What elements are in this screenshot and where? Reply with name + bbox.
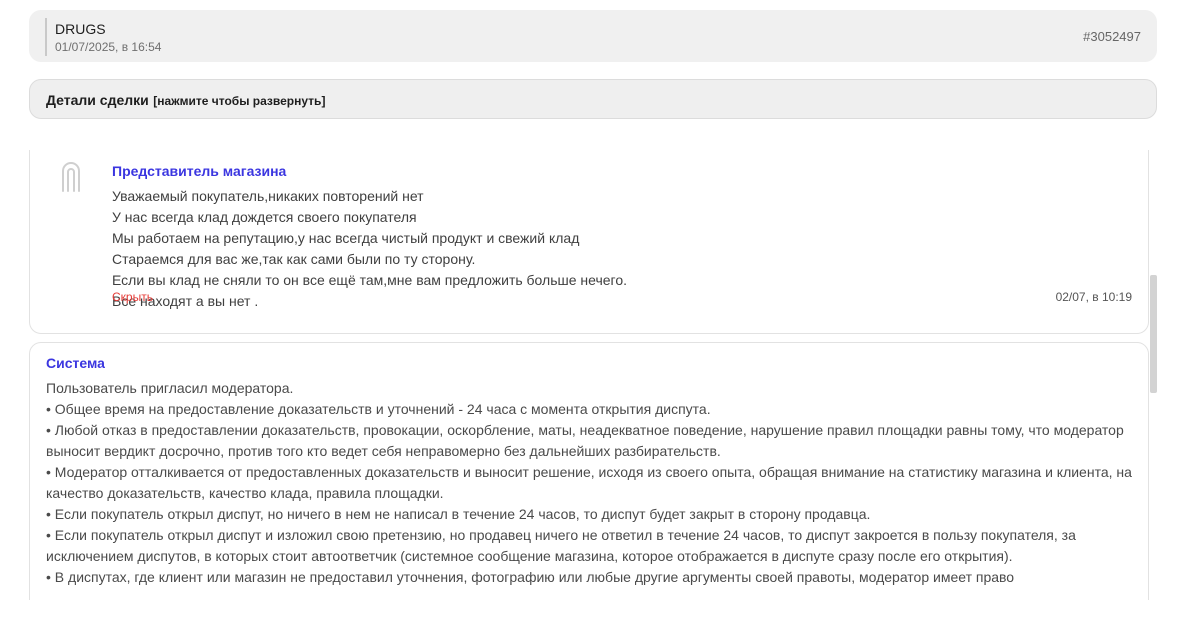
message-shop-representative: Представитель магазина Уважаемый покупат… xyxy=(29,150,1149,334)
message-line: Стараемся для вас же,так как сами были п… xyxy=(112,251,476,267)
message-line: Пользователь пригласил модератора. xyxy=(46,380,294,396)
order-id: #3052497 xyxy=(1083,29,1141,44)
message-line: Если вы клад не сняли то он все ещё там,… xyxy=(112,272,628,288)
deal-date: 01/07/2025, в 16:54 xyxy=(55,40,162,54)
hide-message-link[interactable]: Скрыть xyxy=(112,290,153,304)
message-line: Мы работаем на репутацию,у нас всегда чи… xyxy=(112,230,580,246)
message-line: • В диспутах, где клиент или магазин не … xyxy=(46,569,1015,585)
message-system: Система Пользователь пригласил модератор… xyxy=(29,342,1149,600)
deal-details-toggle[interactable]: Детали сделки [нажмите чтобы развернуть] xyxy=(29,79,1157,119)
message-line: Все находят а вы нет . xyxy=(112,293,259,309)
message-author: Система xyxy=(46,355,105,371)
message-line: • Если покупатель открыл диспут, но ниче… xyxy=(46,506,871,522)
details-expand-hint: [нажмите чтобы развернуть] xyxy=(153,94,326,108)
message-line: • Модератор отталкивается от предоставле… xyxy=(46,464,1132,501)
message-body: Пользователь пригласил модератора. • Общ… xyxy=(46,378,1132,588)
header-accent-bar xyxy=(45,18,47,56)
message-author: Представитель магазина xyxy=(112,163,287,179)
fingerprint-icon xyxy=(62,162,80,192)
shop-title: DRUGS xyxy=(55,21,106,37)
message-line: Уважаемый покупатель,никаких повторений … xyxy=(112,188,424,204)
details-title: Детали сделки xyxy=(46,92,149,108)
message-line: • Любой отказ в предоставлении доказател… xyxy=(46,422,1124,459)
message-line: • Общее время на предоставление доказате… xyxy=(46,401,711,417)
scrollbar-thumb[interactable] xyxy=(1150,275,1157,393)
message-line: У нас всегда клад дождется своего покупа… xyxy=(112,209,417,225)
message-body: Уважаемый покупатель,никаких повторений … xyxy=(112,186,627,312)
deal-header: DRUGS 01/07/2025, в 16:54 #3052497 xyxy=(29,10,1157,62)
messages-scroll-area: Представитель магазина Уважаемый покупат… xyxy=(29,150,1149,600)
message-line: • Если покупатель открыл диспут и изложи… xyxy=(46,527,1076,564)
message-time: 02/07, в 10:19 xyxy=(1055,290,1132,304)
